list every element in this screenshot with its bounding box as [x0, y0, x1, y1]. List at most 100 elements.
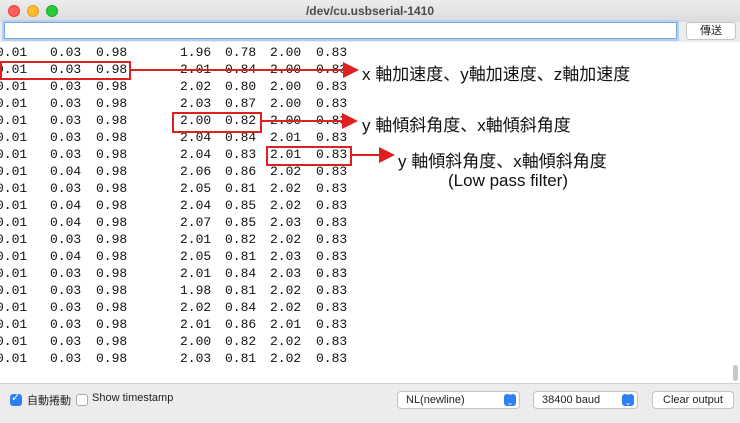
- output-value: 0.03: [50, 96, 82, 111]
- output-value: 0.98: [96, 79, 128, 94]
- output-value: 2.02: [180, 300, 212, 315]
- output-value: 0.01: [0, 181, 28, 196]
- output-value: 0.81: [225, 249, 257, 264]
- output-value: 0.83: [316, 249, 348, 264]
- output-value: 0.04: [50, 164, 82, 179]
- output-scrollbar[interactable]: [733, 365, 738, 381]
- output-value: 2.02: [270, 198, 302, 213]
- title-bar: /dev/cu.usbserial-1410: [0, 0, 740, 23]
- output-value: 0.03: [50, 79, 82, 94]
- highlight-box-tilt: [172, 112, 262, 133]
- output-value: 0.83: [316, 130, 348, 145]
- output-value: 0.03: [50, 334, 82, 349]
- output-value: 0.98: [96, 334, 128, 349]
- output-value: 2.01: [180, 232, 212, 247]
- output-value: 2.01: [180, 317, 212, 332]
- output-value: 0.98: [96, 198, 128, 213]
- output-value: 0.83: [316, 351, 348, 366]
- output-value: 0.81: [225, 351, 257, 366]
- output-value: 0.03: [50, 130, 82, 145]
- chevron-updown-icon: ⌃ ⌄: [504, 393, 516, 407]
- output-value: 2.02: [270, 283, 302, 298]
- output-value: 2.02: [270, 334, 302, 349]
- output-value: 2.00: [270, 62, 302, 77]
- clear-output-button[interactable]: Clear output: [652, 391, 734, 409]
- output-value: 0.98: [96, 300, 128, 315]
- output-value: 0.85: [225, 215, 257, 230]
- output-value: 0.01: [0, 266, 28, 281]
- output-value: 0.84: [225, 266, 257, 281]
- baud-select[interactable]: 38400 baud ⌃ ⌄: [533, 391, 638, 409]
- output-value: 0.98: [96, 232, 128, 247]
- output-value: 0.83: [316, 232, 348, 247]
- output-value: 0.03: [50, 147, 82, 162]
- output-value: 1.96: [180, 45, 212, 60]
- output-value: 2.02: [270, 300, 302, 315]
- highlight-box-accel: [0, 61, 131, 80]
- output-value: 2.07: [180, 215, 212, 230]
- output-value: 0.01: [0, 232, 28, 247]
- output-value: 0.98: [96, 45, 128, 60]
- output-value: 0.98: [96, 283, 128, 298]
- output-value: 0.04: [50, 198, 82, 213]
- serial-send-input[interactable]: [4, 22, 677, 39]
- output-value: 2.02: [270, 351, 302, 366]
- output-value: 2.03: [270, 249, 302, 264]
- output-value: 2.01: [180, 62, 212, 77]
- autoscroll-checkbox[interactable]: [10, 391, 22, 406]
- output-value: 0.85: [225, 198, 257, 213]
- output-value: 2.01: [270, 317, 302, 332]
- output-value: 0.98: [96, 96, 128, 111]
- highlight-box-tilt-filtered: [266, 146, 352, 166]
- timestamp-label: Show timestamp: [92, 392, 174, 404]
- timestamp-checkbox[interactable]: [76, 394, 88, 406]
- output-value: 0.83: [316, 79, 348, 94]
- output-value: 2.00: [270, 113, 302, 128]
- output-value: 0.83: [316, 198, 348, 213]
- output-value: 0.83: [316, 45, 348, 60]
- output-value: 0.04: [50, 215, 82, 230]
- output-value: 2.00: [180, 334, 212, 349]
- output-value: 0.04: [50, 249, 82, 264]
- output-value: 0.03: [50, 266, 82, 281]
- output-value: 0.86: [225, 317, 257, 332]
- output-value: 2.01: [270, 130, 302, 145]
- annotation-filter-note: (Low pass filter): [448, 171, 568, 190]
- output-value: 0.98: [96, 130, 128, 145]
- output-value: 0.03: [50, 283, 82, 298]
- output-value: 2.00: [270, 45, 302, 60]
- serial-output[interactable]: 0.01 0.03 0.98 1.96 0.78 2.00 0.83 0.01 0.03 0.98…: [0, 42, 740, 382]
- output-value: 0.86: [225, 164, 257, 179]
- output-value: 0.83: [316, 334, 348, 349]
- output-value: 0.83: [316, 266, 348, 281]
- output-value: 0.98: [96, 164, 128, 179]
- output-value: 0.83: [316, 300, 348, 315]
- output-value: 0.01: [0, 198, 28, 213]
- output-value: 2.03: [270, 215, 302, 230]
- output-value: 1.98: [180, 283, 212, 298]
- output-value: 0.98: [96, 147, 128, 162]
- send-button[interactable]: 傳送: [686, 22, 736, 40]
- output-value: 0.83: [316, 283, 348, 298]
- output-value: 0.03: [50, 113, 82, 128]
- output-value: 0.83: [316, 96, 348, 111]
- output-value: 0.82: [225, 232, 257, 247]
- output-value: 0.01: [0, 96, 28, 111]
- output-value: 0.83: [316, 113, 348, 128]
- output-value: 0.01: [0, 249, 28, 264]
- line-ending-value: NL(newline): [406, 394, 465, 406]
- annotation-tilt: y 軸傾斜角度、x軸傾斜角度: [362, 116, 571, 135]
- output-value: 0.01: [0, 215, 28, 230]
- output-value: 2.05: [180, 249, 212, 264]
- output-value: 0.03: [50, 300, 82, 315]
- output-value: 2.04: [180, 147, 212, 162]
- output-value: 0.03: [50, 351, 82, 366]
- output-value: 2.04: [180, 198, 212, 213]
- output-value: 0.87: [225, 96, 257, 111]
- line-ending-select[interactable]: NL(newline) ⌃ ⌄: [397, 391, 520, 409]
- output-value: 2.00: [270, 96, 302, 111]
- output-value: 0.98: [96, 351, 128, 366]
- output-value: 0.01: [0, 147, 28, 162]
- output-value: 0.01: [0, 334, 28, 349]
- annotation-accel: x 軸加速度、y軸加速度、z軸加速度: [362, 65, 631, 84]
